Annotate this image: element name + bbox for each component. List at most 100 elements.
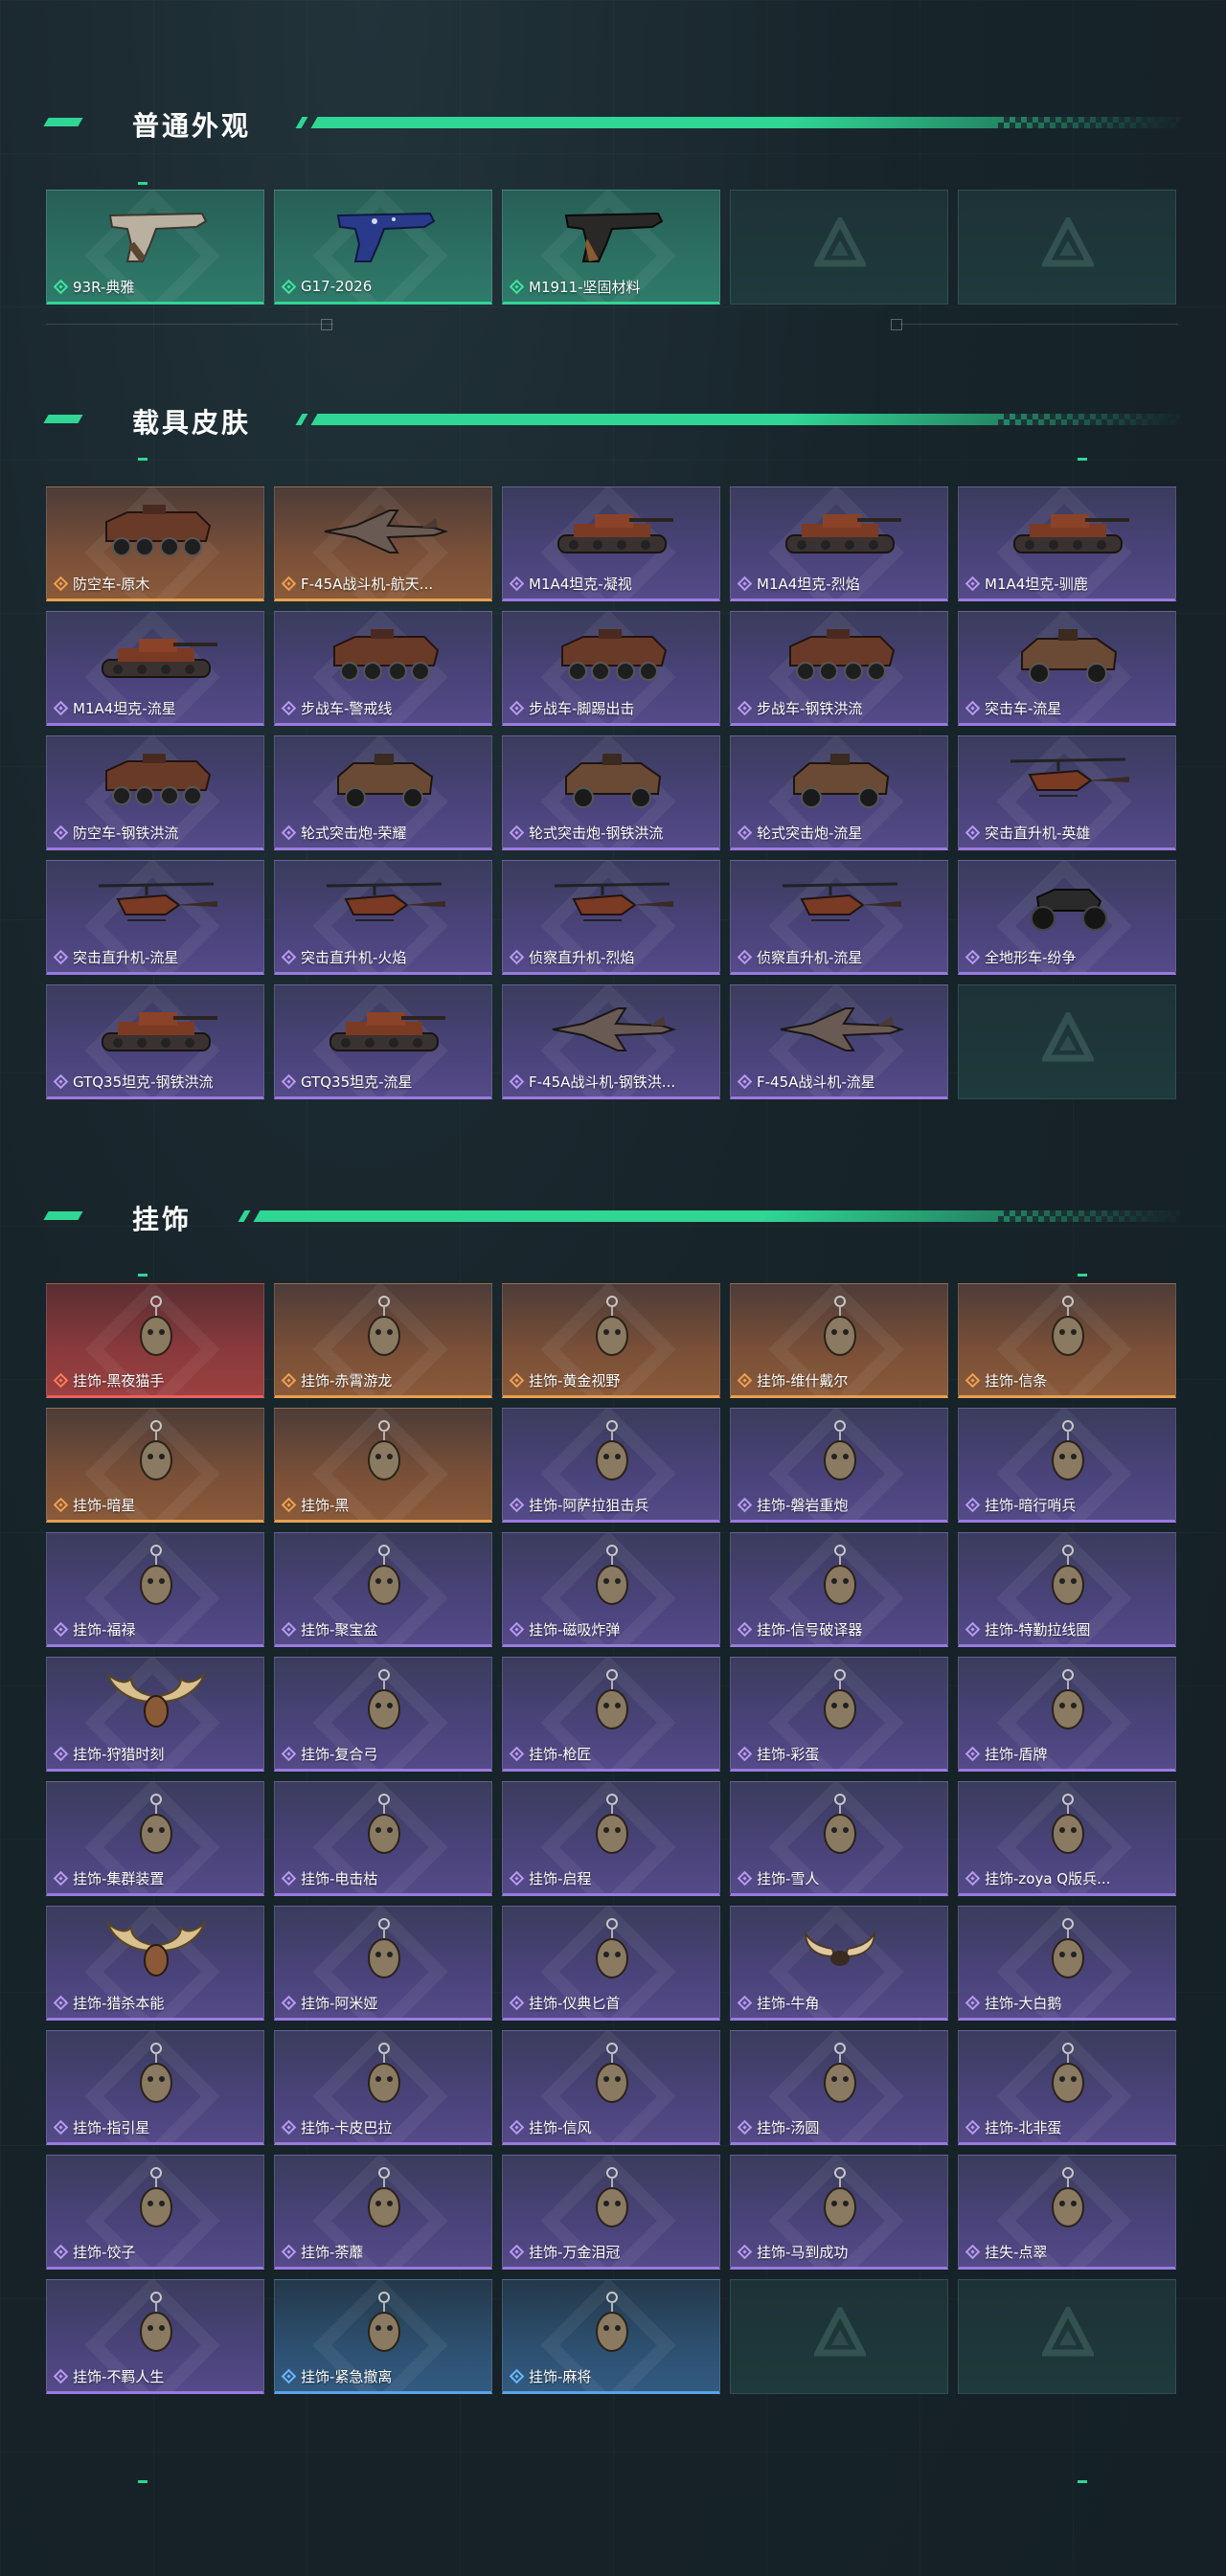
header-tick [295,414,308,425]
item-card[interactable]: 挂饰-磐岩重炮 [730,1408,948,1523]
item-card[interactable]: G17-2026 [274,190,492,305]
scale-line [900,324,1178,325]
card-label: 挂饰-卡皮巴拉 [281,2117,486,2136]
jet-icon [317,497,451,566]
item-card[interactable]: 挂饰-紧急撤离 [274,2279,492,2394]
item-card[interactable]: 挂饰-黑夜猫手 [46,1283,264,1398]
item-card[interactable]: 轮式突击炮-荣耀 [274,735,492,850]
item-card[interactable]: 挂饰-阿萨拉狙击兵 [502,1408,720,1523]
item-card[interactable]: M1911-坚固材料 [502,190,720,305]
item-card[interactable]: 挂饰-不羁人生 [46,2279,264,2394]
rarity-diamond-icon [509,576,525,591]
rarity-diamond-icon [281,279,297,294]
item-card[interactable]: 挂饰-黄金视野 [502,1283,720,1398]
item-card[interactable]: 挂饰-维什戴尔 [730,1283,948,1398]
rarity-diamond-icon [509,1746,525,1761]
item-name: 步战车-钢铁洪流 [757,699,863,717]
item-name: 挂饰-不羁人生 [73,2367,165,2385]
card-label: 挂饰-福禄 [53,1619,258,1638]
item-card[interactable]: 防空车-钢铁洪流 [46,735,264,850]
item-name: 挂饰-雪人 [757,1869,820,1887]
item-card[interactable]: 挂饰-阿米娅 [274,1906,492,2021]
card-label: 挂饰-电击枯 [281,1868,486,1887]
item-name: 挂饰-牛角 [757,1994,820,2012]
item-card[interactable]: 挂饰-zoya Q版兵... [958,1781,1176,1896]
item-card[interactable]: 挂饰-荼蘼 [274,2155,492,2270]
item-card[interactable]: 全地形车-纷争 [958,860,1176,975]
wheeled-vehicle-icon [89,497,223,566]
item-card[interactable]: 挂饰-福禄 [46,1532,264,1647]
item-card[interactable]: 步战车-钢铁洪流 [730,611,948,726]
item-card[interactable]: M1A4坦克-流星 [46,611,264,726]
item-card[interactable]: 挂饰-集群装置 [46,1781,264,1896]
item-card[interactable]: 侦察直升机-烈焰 [502,860,720,975]
item-card[interactable]: 挂饰-雪人 [730,1781,948,1896]
card-label: 挂饰-马到成功 [737,2242,942,2261]
item-card[interactable]: M1A4坦克-驯鹿 [958,486,1176,601]
rarity-diamond-icon [53,2244,69,2259]
item-card[interactable]: 挂饰-信风 [502,2030,720,2145]
section-title: 载具皮肤 [132,407,252,439]
rarity-diamond-icon [509,2119,525,2135]
item-card[interactable]: 挂饰-卡皮巴拉 [274,2030,492,2145]
item-card[interactable]: F-45A战斗机-航天... [274,486,492,601]
card-label: 挂饰-启程 [509,1868,714,1887]
item-card[interactable]: 步战车-脚踢出击 [502,611,720,726]
item-card[interactable]: 挂饰-赤霄游龙 [274,1283,492,1398]
charm-icon [89,2290,223,2359]
item-card[interactable]: 挂饰-牛角 [730,1906,948,2021]
item-card[interactable]: 挂饰-聚宝盆 [274,1532,492,1647]
item-card[interactable]: 挂饰-北非蛋 [958,2030,1176,2145]
item-card[interactable]: GTQ35坦克-钢铁洪流 [46,984,264,1099]
helicopter-icon [1001,746,1135,815]
item-card[interactable]: 防空车-原木 [46,486,264,601]
item-card[interactable]: 挂饰-特勤拉线圈 [958,1532,1176,1647]
item-card[interactable]: 侦察直升机-流星 [730,860,948,975]
item-card[interactable]: 突击直升机-火焰 [274,860,492,975]
item-card[interactable]: 挂饰-信号破译器 [730,1532,948,1647]
item-card[interactable]: 步战车-警戒线 [274,611,492,726]
item-card[interactable]: 挂饰-启程 [502,1781,720,1896]
item-card[interactable]: 挂饰-暗行哨兵 [958,1408,1176,1523]
item-card[interactable]: 突击车-流星 [958,611,1176,726]
item-card[interactable]: 挂饰-复合弓 [274,1657,492,1772]
item-card[interactable]: M1A4坦克-凝视 [502,486,720,601]
item-name: 挂饰-信条 [985,1371,1048,1390]
rarity-diamond-icon [281,700,297,715]
item-card[interactable]: 挂饰-饺子 [46,2155,264,2270]
item-card[interactable]: 挂饰-汤圆 [730,2030,948,2145]
item-card[interactable]: 挂饰-仪典匕首 [502,1906,720,2021]
item-card[interactable]: 挂饰-盾牌 [958,1657,1176,1772]
item-card[interactable]: 挂饰-猎杀本能 [46,1906,264,2021]
item-card[interactable]: 挂饰-枪匠 [502,1657,720,1772]
item-card[interactable]: F-45A战斗机-流星 [730,984,948,1099]
item-card[interactable]: 挂饰-电击枯 [274,1781,492,1896]
item-card[interactable]: 挂饰-黑 [274,1408,492,1523]
item-card[interactable]: 挂饰-狩猎时刻 [46,1657,264,1772]
item-card[interactable]: GTQ35坦克-流星 [274,984,492,1099]
item-card[interactable]: 挂饰-指引星 [46,2030,264,2145]
item-card[interactable]: 挂饰-磁吸炸弹 [502,1532,720,1647]
item-card[interactable]: 93R-典雅 [46,190,264,305]
item-name: 挂饰-信号破译器 [757,1620,863,1638]
item-card[interactable]: F-45A战斗机-钢铁洪... [502,984,720,1099]
item-card[interactable]: 挂失-点翠 [958,2155,1176,2270]
item-name: M1A4坦克-驯鹿 [985,575,1088,593]
card-label: M1A4坦克-凝视 [509,574,714,593]
item-card[interactable]: 挂饰-麻将 [502,2279,720,2394]
item-card[interactable]: 突击直升机-流星 [46,860,264,975]
helicopter-icon [773,870,907,939]
scale-marker [321,319,332,330]
charm-icon [89,1294,223,1363]
item-card[interactable]: 突击直升机-英雄 [958,735,1176,850]
item-card[interactable]: 轮式突击炮-流星 [730,735,948,850]
rarity-diamond-icon [509,2244,525,2259]
item-card[interactable]: 挂饰-大白鹅 [958,1906,1176,2021]
item-card[interactable]: 挂饰-暗星 [46,1408,264,1523]
item-card[interactable]: 挂饰-彩蛋 [730,1657,948,1772]
item-card[interactable]: M1A4坦克-烈焰 [730,486,948,601]
item-card[interactable]: 挂饰-信条 [958,1283,1176,1398]
item-card[interactable]: 轮式突击炮-钢铁洪流 [502,735,720,850]
item-card[interactable]: 挂饰-万金泪冠 [502,2155,720,2270]
item-card[interactable]: 挂饰-马到成功 [730,2155,948,2270]
